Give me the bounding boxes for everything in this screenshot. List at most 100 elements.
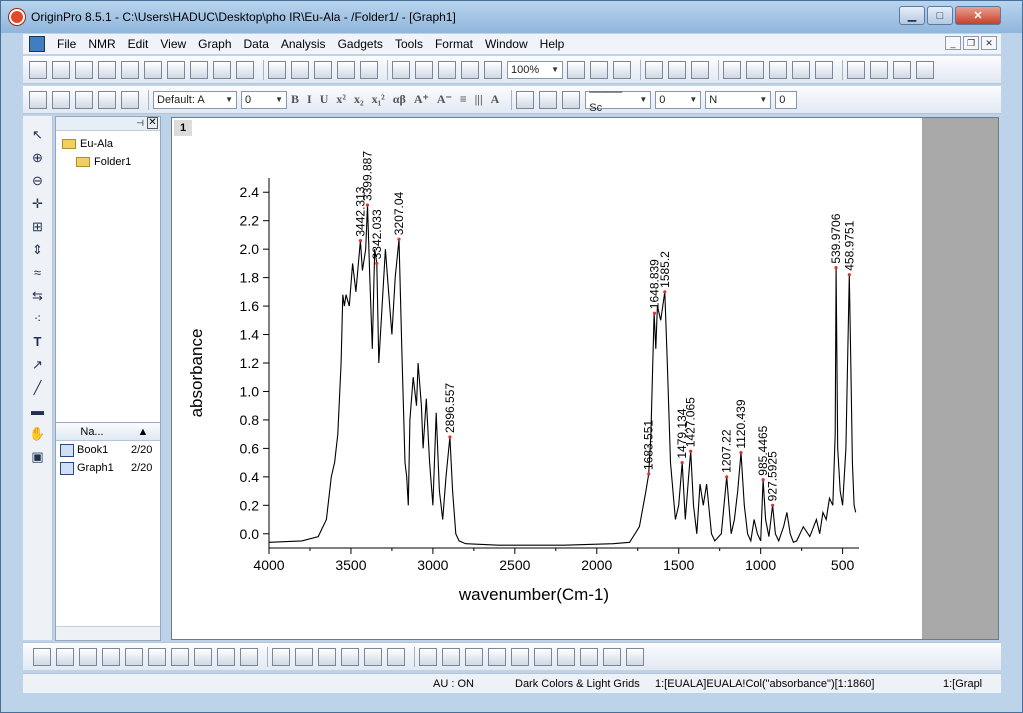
menu-data[interactable]: Data: [238, 37, 275, 51]
decrease-font-button[interactable]: A⁻: [437, 92, 452, 107]
data-reader-icon[interactable]: ⊞: [29, 218, 47, 236]
italic-button[interactable]: I: [307, 92, 312, 107]
command-window-icon[interactable]: [723, 60, 741, 79]
print-icon[interactable]: [567, 60, 585, 79]
sort-icon[interactable]: ▲: [128, 426, 158, 438]
new-excel-icon[interactable]: [98, 60, 116, 79]
data-selector-icon[interactable]: ⇕: [29, 241, 47, 259]
align-bottom-icon[interactable]: [488, 647, 506, 666]
menu-gadgets[interactable]: Gadgets: [332, 37, 389, 51]
increase-font-button[interactable]: A⁺: [414, 92, 429, 107]
menu-edit[interactable]: Edit: [122, 37, 155, 51]
align-button[interactable]: ≡: [460, 92, 467, 107]
graph-template-icon[interactable]: [125, 647, 143, 666]
template-library-icon[interactable]: [240, 647, 258, 666]
font-size-select[interactable]: 0 ▼: [241, 90, 287, 109]
zoom-out-icon[interactable]: ⊖: [29, 172, 47, 190]
menu-window[interactable]: Window: [479, 37, 534, 51]
new-workbook-icon[interactable]: [75, 60, 93, 79]
results-log-icon[interactable]: [668, 60, 686, 79]
layout-2-icon[interactable]: [893, 60, 911, 79]
contour-icon[interactable]: [341, 647, 359, 666]
pointer-icon[interactable]: ↖: [29, 126, 47, 144]
new-layout-icon[interactable]: [190, 60, 208, 79]
layout-3-icon[interactable]: [916, 60, 934, 79]
mdi-close-icon[interactable]: ✕: [981, 36, 997, 50]
column-plot-icon[interactable]: [102, 647, 120, 666]
arrow-tool-icon[interactable]: ↗: [29, 356, 47, 374]
last-select[interactable]: 0: [775, 90, 798, 109]
3d-plot-icon[interactable]: [272, 647, 290, 666]
subscript-button[interactable]: x₂: [354, 92, 364, 107]
project-explorer-icon[interactable]: [691, 60, 709, 79]
tree-folder1[interactable]: Folder1: [62, 153, 160, 171]
list-item[interactable]: Graph1 2/20: [56, 459, 160, 477]
rescale-icon[interactable]: [847, 60, 865, 79]
line-width-select[interactable]: 0 ▼: [655, 90, 702, 109]
menu-analysis[interactable]: Analysis: [275, 37, 332, 51]
supsubscript-button[interactable]: x₁²: [372, 92, 385, 107]
screen-reader-icon[interactable]: ✛: [29, 195, 47, 213]
close-button[interactable]: ✕: [955, 6, 1001, 25]
horizontal-scrollbar[interactable]: [56, 626, 160, 640]
workbook-view-icon[interactable]: [769, 60, 787, 79]
align-right-icon[interactable]: [442, 647, 460, 666]
menu-nmr[interactable]: NMR: [82, 37, 121, 51]
name-column-header[interactable]: Na...: [56, 426, 128, 438]
import-icon[interactable]: [392, 60, 410, 79]
open-icon[interactable]: [268, 60, 286, 79]
line-symbol-plot-icon[interactable]: [79, 647, 97, 666]
layer-icon[interactable]: [29, 90, 47, 109]
3d-wire-icon[interactable]: [318, 647, 336, 666]
import-multiple-icon[interactable]: [415, 60, 433, 79]
new-graph-icon[interactable]: [121, 60, 139, 79]
import-wizard-icon[interactable]: [438, 60, 456, 79]
menu-file[interactable]: File: [51, 37, 82, 51]
zoom-select[interactable]: 100% ▼: [507, 60, 563, 79]
line-color-icon[interactable]: [539, 90, 558, 109]
fill-color-icon[interactable]: [516, 90, 535, 109]
front-icon[interactable]: [603, 647, 621, 666]
open-template-icon[interactable]: [291, 60, 309, 79]
close-icon[interactable]: ✕: [147, 117, 158, 129]
align-top-icon[interactable]: [465, 647, 483, 666]
menu-view[interactable]: View: [154, 37, 192, 51]
run-icon[interactable]: [484, 60, 502, 79]
pattern-icon[interactable]: [562, 90, 581, 109]
font-color-button[interactable]: A: [491, 92, 500, 107]
ungroup-icon[interactable]: [580, 647, 598, 666]
text-tool-icon[interactable]: T: [29, 333, 47, 351]
column-button[interactable]: |||: [475, 92, 483, 107]
mdi-restore-icon[interactable]: ❐: [963, 36, 979, 50]
gadget-icon[interactable]: [792, 60, 810, 79]
open-excel-icon[interactable]: [314, 60, 332, 79]
menu-format[interactable]: Format: [429, 37, 479, 51]
new-script-icon[interactable]: [236, 60, 254, 79]
mdi-minimize-icon[interactable]: _: [945, 36, 961, 50]
line-plot-icon[interactable]: [33, 647, 51, 666]
recalculate-icon[interactable]: [461, 60, 479, 79]
duplicate-icon[interactable]: [613, 60, 631, 79]
area-plot-icon[interactable]: [171, 647, 189, 666]
error-bar-icon[interactable]: [148, 647, 166, 666]
data-selector-icon[interactable]: [52, 90, 70, 109]
distribute-icon[interactable]: [534, 647, 552, 666]
unmask-icon[interactable]: [98, 90, 116, 109]
new-notes-icon[interactable]: [213, 60, 231, 79]
maximize-button[interactable]: □: [927, 6, 953, 25]
scatter-plot-icon[interactable]: [56, 647, 74, 666]
box-plot-icon[interactable]: [217, 647, 235, 666]
polar-plot-icon[interactable]: [194, 647, 212, 666]
code-builder-icon[interactable]: [645, 60, 663, 79]
minimize-button[interactable]: ▁: [899, 6, 925, 25]
align-center-icon[interactable]: [511, 647, 529, 666]
rectangle-tool-icon[interactable]: ▬: [29, 402, 47, 420]
underline-button[interactable]: U: [320, 92, 329, 107]
script-window-icon[interactable]: [746, 60, 764, 79]
menu-help[interactable]: Help: [534, 37, 571, 51]
ir-spectrum-chart[interactable]: 4000 3500 3000 2500 2000 1500 1000 500 0.0 0.2 0.4…: [172, 118, 922, 639]
matrix-plot-icon[interactable]: [387, 647, 405, 666]
fill-select[interactable]: N ▼: [705, 90, 772, 109]
image-plot-icon[interactable]: [364, 647, 382, 666]
add-layer-icon[interactable]: [815, 60, 833, 79]
